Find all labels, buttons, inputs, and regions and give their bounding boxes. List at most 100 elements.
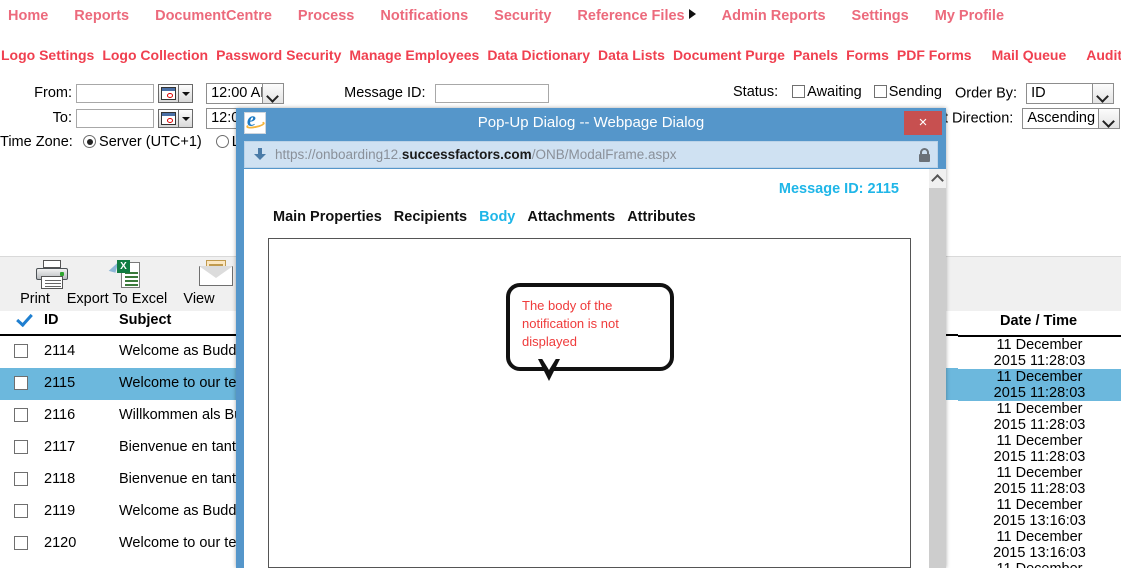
order-by-value: ID — [1031, 85, 1046, 101]
row-datetime: 11 December 2015 13:16:03 — [958, 497, 1121, 529]
chevron-down-icon[interactable] — [1098, 109, 1120, 128]
view-button[interactable]: View — [166, 260, 233, 307]
subnav-item-logo-settings[interactable]: Logo Settings — [1, 44, 94, 66]
row-datetime-date: 11 December — [996, 529, 1083, 545]
row-datetime: 11 December — [958, 561, 1121, 568]
nav-item-security[interactable]: Security — [494, 0, 551, 32]
row-subject: Bienvenue en tant c — [119, 471, 248, 487]
view-label: View — [183, 291, 215, 307]
chevron-down-icon[interactable] — [262, 84, 284, 103]
row-subject: Welcome to our tea — [119, 535, 245, 551]
subnav-item-forms[interactable]: Forms — [846, 44, 889, 66]
subnav-item-data-dictionary[interactable]: Data Dictionary — [487, 44, 590, 66]
row-datetime: 11 December 2015 11:28:03 — [958, 337, 1121, 369]
sort-direction-row: t Direction: Ascending — [944, 108, 1121, 129]
tab-body[interactable]: Body — [479, 209, 515, 225]
row-datetime-date: 11 December — [996, 337, 1083, 353]
row-checkbox[interactable] — [14, 376, 28, 390]
subnav-item-data-lists[interactable]: Data Lists — [598, 44, 665, 66]
from-date-input[interactable] — [76, 84, 155, 103]
row-id: 2119 — [44, 503, 76, 519]
calendar-dropdown-arrow[interactable] — [179, 84, 194, 103]
checkbox-sending[interactable] — [873, 85, 887, 98]
status-sending-option[interactable]: Sending — [873, 84, 942, 100]
radio-server[interactable] — [83, 135, 97, 148]
envelope-icon — [166, 260, 233, 290]
calendar-icon[interactable] — [158, 84, 180, 103]
tab-attachments[interactable]: Attachments — [527, 209, 615, 225]
row-checkbox[interactable] — [14, 344, 28, 358]
sort-direction-select[interactable]: Ascending — [1022, 108, 1121, 129]
to-date-input[interactable] — [76, 109, 155, 128]
row-datetime: 11 December 2015 11:28:03 — [958, 465, 1121, 497]
row-datetime-time: 2015 11:28:03 — [993, 385, 1086, 401]
nav-item-home[interactable]: Home — [8, 0, 48, 32]
dialog-scrollbar[interactable] — [929, 169, 946, 568]
row-datetime-time: 2015 11:28:03 — [993, 481, 1086, 497]
subnav-item-logo-collection[interactable]: Logo Collection — [102, 44, 208, 66]
calendar-dropdown-arrow[interactable] — [179, 109, 194, 128]
dialog-title-bar[interactable]: Pop-Up Dialog -- Webpage Dialog × — [236, 108, 946, 137]
scrollbar-thumb[interactable] — [929, 188, 946, 568]
scroll-up-icon[interactable] — [929, 169, 946, 186]
tab-main-properties[interactable]: Main Properties — [273, 209, 382, 225]
nav-item-process[interactable]: Process — [298, 0, 354, 32]
from-row: From: 12:00 AM Message ID: — [0, 83, 549, 104]
lock-icon — [919, 148, 930, 162]
chevron-right-icon[interactable] — [688, 9, 696, 19]
close-icon[interactable]: × — [904, 111, 942, 135]
nav-item-documentcentre[interactable]: DocumentCentre — [155, 0, 272, 32]
order-by-row: Order By: ID — [955, 83, 1115, 104]
nav-item-notifications[interactable]: Notifications — [380, 0, 468, 32]
row-checkbox[interactable] — [14, 440, 28, 454]
column-header-id[interactable]: ID — [44, 312, 59, 328]
message-id-label: Message ID: — [344, 85, 426, 102]
tab-recipients[interactable]: Recipients — [394, 209, 467, 225]
row-datetime-date: 11 December — [996, 433, 1083, 449]
row-checkbox[interactable] — [14, 472, 28, 486]
subnav-item-document-purge[interactable]: Document Purge — [673, 44, 785, 66]
nav-item-reports[interactable]: Reports — [74, 0, 129, 32]
check-all-icon[interactable] — [16, 311, 32, 327]
column-header-datetime[interactable]: Date / Time — [1000, 313, 1077, 329]
column-header-subject[interactable]: Subject — [119, 312, 171, 328]
order-by-select[interactable]: ID — [1026, 83, 1115, 104]
to-label: To: — [52, 110, 72, 127]
row-id: 2114 — [44, 343, 76, 359]
dialog-title: Pop-Up Dialog -- Webpage Dialog — [477, 114, 705, 131]
chevron-down-icon[interactable] — [1092, 84, 1114, 103]
nav-item-admin-reports[interactable]: Admin Reports — [722, 0, 826, 32]
annotation-callout-tail-inner — [541, 357, 557, 370]
row-subject: Welcome to our tea — [119, 375, 245, 391]
timezone-server-option[interactable]: Server (UTC+1) — [83, 134, 202, 150]
column-header-datetime-row: Date / Time — [958, 311, 1121, 337]
message-id-input[interactable] — [434, 84, 549, 103]
from-time-select[interactable]: 12:00 AM — [206, 83, 285, 104]
row-checkbox[interactable] — [14, 408, 28, 422]
subnav-item-password-security[interactable]: Password Security — [216, 44, 341, 66]
checkbox-awaiting[interactable] — [792, 85, 806, 98]
row-checkbox[interactable] — [14, 536, 28, 550]
calendar-icon[interactable] — [158, 109, 180, 128]
row-datetime-time: 2015 11:28:03 — [993, 449, 1086, 465]
subnav-item-audit-trail[interactable]: Audit Trail — [1086, 44, 1121, 66]
subnav-item-mail-queue[interactable]: Mail Queue — [992, 44, 1067, 66]
row-datetime-date: 11 December — [958, 561, 1121, 568]
nav-item-settings[interactable]: Settings — [852, 0, 909, 32]
nav-item-reference-files[interactable]: Reference Files — [577, 0, 696, 32]
subnav-item-pdf-forms[interactable]: PDF Forms — [897, 44, 972, 66]
nav-item-my-profile[interactable]: My Profile — [935, 0, 1004, 32]
dialog-address-bar[interactable]: https://onboarding12.successfactors.com/… — [244, 141, 938, 168]
row-checkbox[interactable] — [14, 504, 28, 518]
export-to-excel-button[interactable]: X Export To Excel — [64, 260, 170, 307]
timezone-row: Time Zone: Server (UTC+1) Local — [0, 134, 266, 150]
url-path: /ONB/ModalFrame.aspx — [531, 147, 677, 162]
subnav-item-manage-employees[interactable]: Manage Employees — [349, 44, 479, 66]
radio-local[interactable] — [215, 135, 229, 148]
export-label: Export To Excel — [66, 291, 168, 307]
row-datetime-time: 2015 13:16:03 — [993, 545, 1086, 561]
print-button[interactable]: Print — [0, 260, 70, 307]
status-awaiting-option[interactable]: Awaiting — [792, 84, 862, 100]
tab-attributes[interactable]: Attributes — [627, 209, 695, 225]
subnav-item-panels[interactable]: Panels — [793, 44, 838, 66]
